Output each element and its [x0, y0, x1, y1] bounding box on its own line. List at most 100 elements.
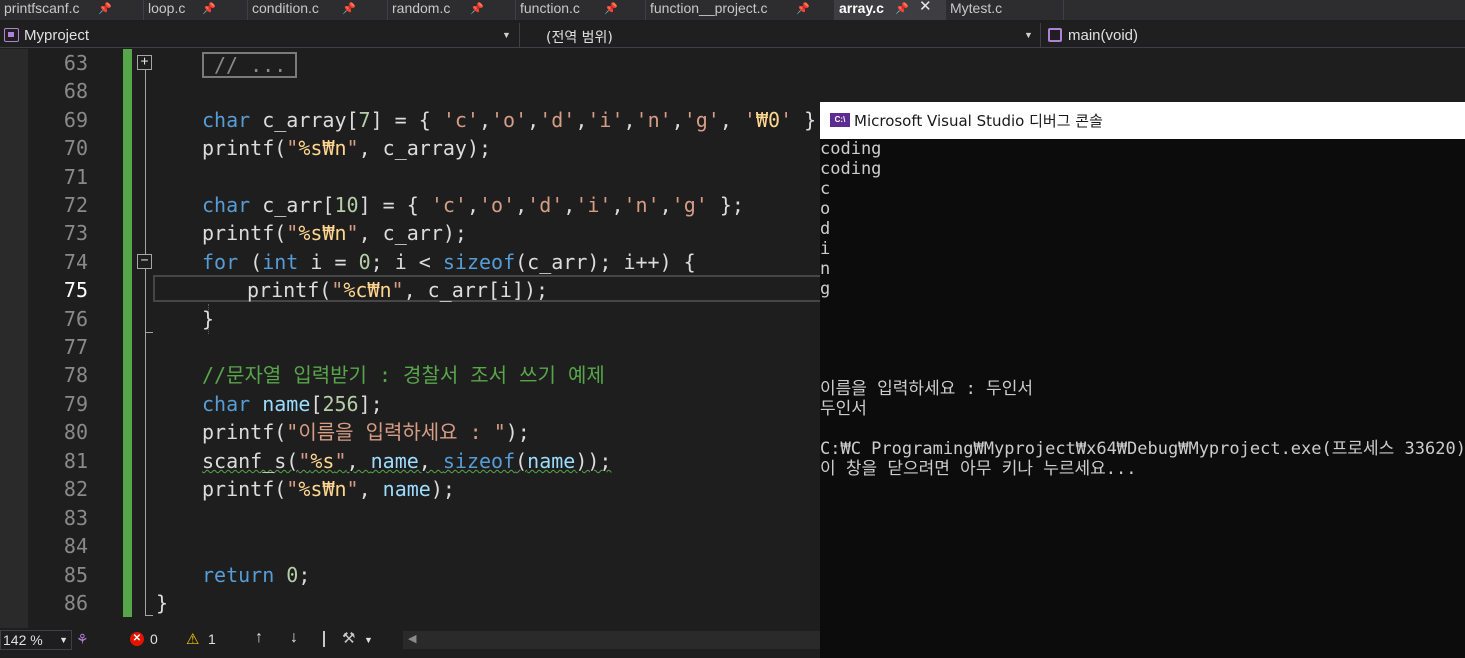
- pin-icon[interactable]: 📌: [98, 1, 112, 17]
- line-number: 76: [63, 307, 88, 331]
- zoom-level: 142 %: [3, 632, 43, 648]
- chevron-down-icon[interactable]: ▼: [1024, 30, 1033, 40]
- line-number: 84: [63, 534, 88, 558]
- tab-function[interactable]: function.c 📌: [516, 0, 646, 20]
- zoom-dropdown[interactable]: 142 % ▼: [0, 630, 72, 650]
- tab-label: loop.c: [148, 0, 186, 16]
- line-number: 68: [63, 79, 88, 103]
- pin-icon[interactable]: 📌: [604, 1, 618, 17]
- code-line: 83: [0, 504, 820, 532]
- collapse-icon[interactable]: −: [137, 254, 152, 269]
- tab-loop[interactable]: loop.c 📌: [144, 0, 248, 20]
- tab-condition[interactable]: condition.c 📌: [248, 0, 388, 20]
- code-text[interactable]: printf("이름을 입력하세요 : ");: [202, 418, 530, 446]
- code-text[interactable]: printf("%s₩n", name);: [202, 475, 455, 503]
- code-editor[interactable]: 63 + // ... 68 69 char c_array[7] = { 'c…: [0, 49, 820, 628]
- warning-icon[interactable]: ⚠: [186, 630, 199, 648]
- line-number: 77: [63, 335, 88, 359]
- divider: [1040, 23, 1041, 48]
- line-number: 69: [63, 108, 88, 132]
- console-output[interactable]: coding coding c o d i n g 이름을 입력하세요 : 두인…: [820, 139, 1465, 658]
- console-line: c: [820, 179, 831, 199]
- code-text[interactable]: printf("%s₩n", c_array);: [202, 134, 491, 162]
- expand-icon[interactable]: +: [137, 55, 152, 70]
- console-title-bar[interactable]: C:\ Microsoft Visual Studio 디버그 콘솔: [820, 102, 1465, 139]
- intellicode-icon[interactable]: ⚘: [76, 631, 89, 648]
- line-number: 75: [63, 278, 88, 302]
- code-line: 72 char c_arr[10] = { 'c','o','d','i','n…: [0, 191, 820, 219]
- project-icon: [4, 28, 19, 42]
- pin-icon[interactable]: 📌: [202, 1, 216, 17]
- code-text[interactable]: printf("%c₩n", c_arr[i]);: [247, 276, 548, 304]
- line-number: 73: [63, 221, 88, 245]
- code-line: 74 for (int i = 0; i < sizeof(c_arr); i+…: [0, 248, 820, 276]
- code-line: 77: [0, 333, 820, 361]
- tab-mytest[interactable]: Mytest.c: [946, 0, 1064, 20]
- code-line-current: 75 printf("%c₩n", c_arr[i]);: [0, 276, 820, 304]
- console-line: n: [820, 259, 831, 279]
- arrow-up-icon[interactable]: ↑: [255, 629, 263, 647]
- console-line: i: [820, 239, 831, 259]
- function-cube-icon: [1048, 28, 1062, 42]
- chevron-down-icon[interactable]: ▼: [364, 635, 373, 645]
- pin-icon[interactable]: 📌: [895, 1, 909, 17]
- console-line: 이 창을 닫으려면 아무 키나 누르세요...: [820, 459, 1137, 479]
- navigation-bar: Myproject ▼ (전역 범위) ▼ main(void): [0, 23, 1465, 48]
- project-dropdown[interactable]: Myproject: [24, 27, 89, 44]
- code-text[interactable]: for (int i = 0; i < sizeof(c_arr); i++) …: [202, 248, 696, 276]
- console-line: coding: [820, 139, 882, 159]
- pin-icon[interactable]: 📌: [342, 1, 356, 17]
- tab-array[interactable]: array.c 📌 ✕: [835, 0, 946, 20]
- horizontal-scrollbar[interactable]: [403, 631, 820, 649]
- line-number: 79: [63, 392, 88, 416]
- editor-status-bar: 142 % ▼ ⚘ ✕ 0 ⚠ 1 ↑ ↓ ⚒ ▼ ◀: [0, 628, 820, 652]
- scroll-left-icon[interactable]: ◀: [408, 632, 416, 645]
- divider: [323, 631, 325, 647]
- code-line: 82 printf("%s₩n", name);: [0, 475, 820, 503]
- code-comment[interactable]: //문자열 입력받기 : 경찰서 조서 쓰기 예제: [202, 361, 605, 389]
- arrow-down-icon[interactable]: ↓: [290, 629, 298, 647]
- code-line: 80 printf("이름을 입력하세요 : ");: [0, 418, 820, 446]
- code-line: 71: [0, 163, 820, 191]
- chevron-down-icon[interactable]: ▼: [502, 30, 511, 40]
- warning-count[interactable]: 1: [208, 631, 216, 647]
- code-line: 70 printf("%s₩n", c_array);: [0, 134, 820, 162]
- tab-function-project[interactable]: function__project.c 📌: [646, 0, 835, 20]
- line-number: 71: [63, 165, 88, 189]
- tab-label: function__project.c: [650, 0, 768, 16]
- pin-icon[interactable]: 📌: [796, 1, 810, 17]
- code-text[interactable]: printf("%s₩n", c_arr);: [202, 219, 467, 247]
- tab-label: function.c: [520, 0, 580, 16]
- debug-console-window[interactable]: C:\ Microsoft Visual Studio 디버그 콘솔 codin…: [820, 102, 1465, 658]
- code-text[interactable]: char name[256];: [202, 390, 383, 418]
- error-icon[interactable]: ✕: [130, 632, 144, 646]
- console-line: 이름을 입력하세요 : 두인서: [820, 379, 1033, 399]
- code-text[interactable]: char c_array[7] = { 'c','o','d','i','n',…: [202, 106, 820, 134]
- tab-random[interactable]: random.c 📌: [388, 0, 516, 20]
- tab-label: printfscanf.c: [4, 0, 80, 16]
- chevron-down-icon: ▼: [59, 635, 68, 645]
- collapsed-region[interactable]: // ...: [202, 52, 297, 78]
- code-line: 85 return 0;: [0, 561, 820, 589]
- error-count[interactable]: 0: [150, 631, 158, 647]
- close-icon[interactable]: ✕: [919, 0, 932, 15]
- console-app-icon: C:\: [830, 113, 850, 127]
- code-line: 63: [0, 49, 820, 77]
- console-title: Microsoft Visual Studio 디버그 콘솔: [854, 112, 1103, 130]
- code-text[interactable]: char c_arr[10] = { 'c','o','d','i','n','…: [202, 191, 744, 219]
- code-line: 76 }: [0, 305, 820, 333]
- function-dropdown[interactable]: main(void): [1068, 27, 1138, 44]
- line-number: 70: [63, 136, 88, 160]
- line-number: 81: [63, 449, 88, 473]
- tab-printfscanf[interactable]: printfscanf.c 📌: [0, 0, 144, 20]
- line-number: 82: [63, 477, 88, 501]
- code-text-warning[interactable]: scanf_s("%s", name, sizeof(name));: [202, 447, 611, 475]
- code-text[interactable]: }: [156, 589, 168, 617]
- code-text[interactable]: }: [202, 305, 214, 333]
- code-line: 78 //문자열 입력받기 : 경찰서 조서 쓰기 예제: [0, 361, 820, 389]
- scope-dropdown[interactable]: (전역 범위): [546, 27, 613, 47]
- pin-icon[interactable]: 📌: [470, 1, 484, 17]
- line-number: 63: [63, 51, 88, 75]
- code-cleanup-icon[interactable]: ⚒: [342, 629, 355, 647]
- code-text[interactable]: return 0;: [202, 561, 310, 589]
